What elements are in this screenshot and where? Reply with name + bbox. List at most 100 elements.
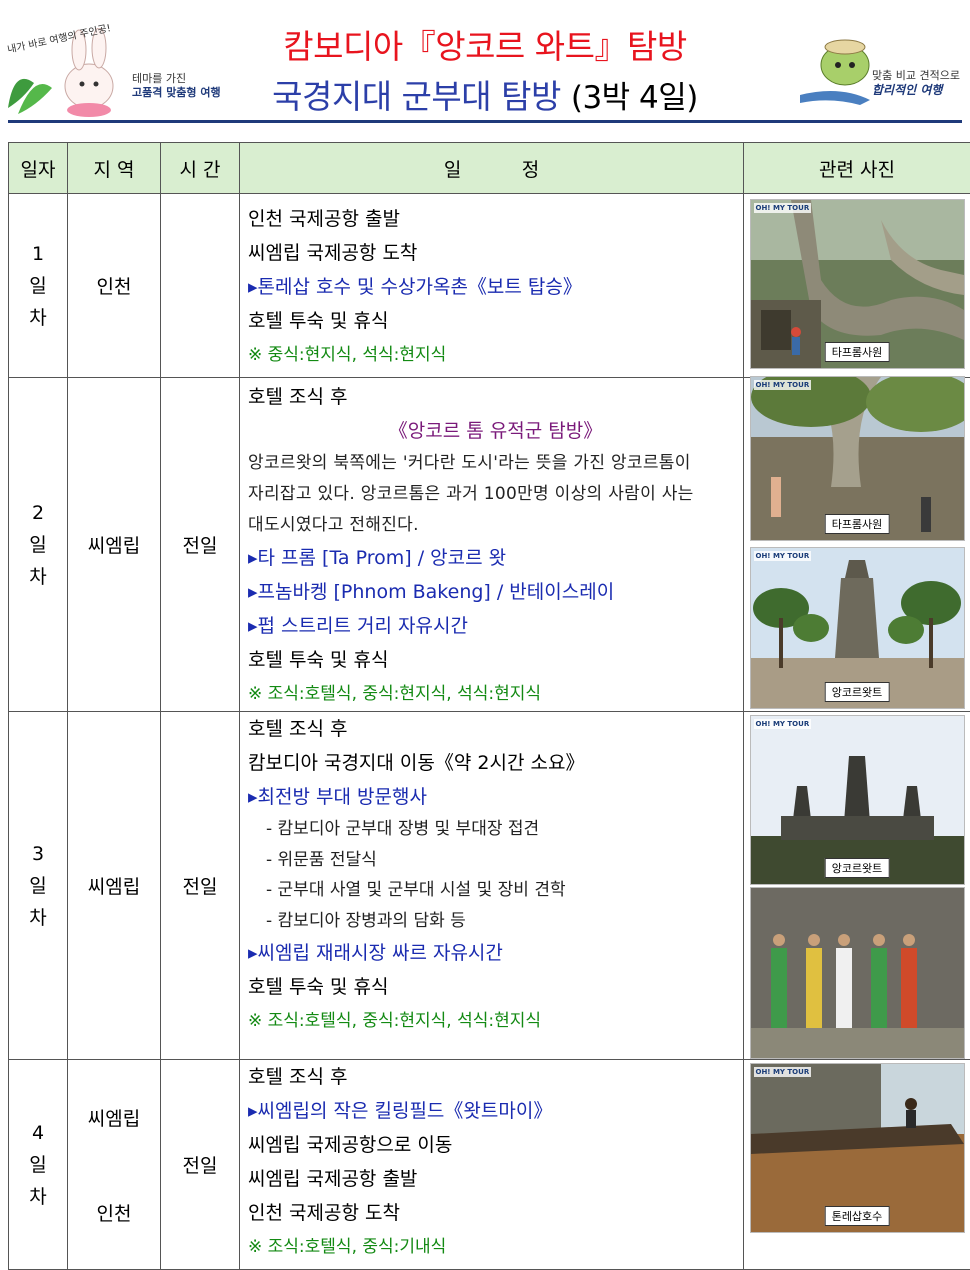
day-cell: 2 일 차 — [8, 377, 68, 712]
sub-item: - 캄보디아 군부대 장병 및 부대장 접견 — [266, 819, 540, 839]
schedule-cell: 인천 국제공항 출발 씨엠립 국제공항 도착 ▸톤레삽 호수 및 수상가옥촌《보… — [239, 193, 744, 378]
day-number: 4 — [31, 1121, 45, 1144]
photo-tonle-sap: OH! MY TOUR 톤레삽호수 — [749, 1063, 965, 1233]
photo-watermark: OH! MY TOUR — [753, 380, 812, 390]
photo-caption: 앙코르왓트 — [824, 682, 890, 702]
meal-note: ※ 중식:현지식, 석식:현지식 — [248, 345, 447, 365]
day-number: 2 — [31, 501, 45, 524]
right-tag2: 합리적인 여행 — [872, 83, 943, 97]
page-header: 내가 바로 여행의 주인공! 테마를 가진 고품격 맞춤형 여행 캄보디아『앙코… — [0, 0, 970, 120]
schedule-highlight: ▸타 프롬 [Ta Prom] / 앙코르 왓 — [248, 547, 507, 569]
area-cell: 인천 — [67, 193, 161, 378]
schedule-cell: 호텔 조식 후 ▸씨엠립의 작은 킬링필드《왓트마이》 씨엠립 국제공항으로 이… — [239, 1059, 744, 1270]
photo-angkor-wat: OH! MY TOUR 앙코르왓트 — [749, 715, 965, 885]
schedule-line: 인천 국제공항 도착 — [248, 1202, 400, 1224]
day-number: 1 — [31, 242, 45, 265]
sub-item: - 위문품 전달식 — [266, 849, 377, 870]
left-logo: 내가 바로 여행의 주인공! 테마를 가진 고품격 맞춤형 여행 — [4, 23, 244, 120]
day-label-2: 차 — [29, 1185, 47, 1208]
day-label-1: 일 — [29, 874, 47, 897]
day-label-2: 차 — [29, 906, 47, 929]
page-subtitle: 국경지대 군부대 탐방 (3박 4일) — [240, 70, 730, 118]
schedule-line: 씨엠립 국제공항 출발 — [248, 1168, 418, 1190]
area-cell: 씨엠립 — [67, 711, 161, 1060]
photo-watermark: OH! MY TOUR — [753, 203, 812, 213]
photo-ta-prohm-2: OH! MY TOUR 타프롬사원 — [749, 376, 965, 541]
schedule-highlight: ▸최전방 부대 방문행사 — [248, 786, 427, 808]
photo-caption: 타프롬사원 — [824, 342, 890, 362]
schedule-highlight: ▸씨엠립의 작은 킬링필드《왓트마이》 — [248, 1100, 553, 1122]
photo-watermark: OH! MY TOUR — [753, 551, 812, 561]
photo-caption: 앙코르왓트 — [824, 858, 890, 878]
schedule-highlight: ▸펍 스트리트 거리 자유시간 — [248, 615, 468, 637]
photo-cell: OH! MY TOUR 앙코르왓트 — [743, 711, 970, 1060]
schedule-line: 호텔 조식 후 — [248, 1066, 348, 1088]
time-cell: 전일 — [160, 377, 240, 712]
schedule-line: 씨엠립 국제공항 도착 — [248, 242, 418, 264]
time-cell — [160, 193, 240, 378]
day-cell: 3 일 차 — [8, 711, 68, 1060]
schedule-line: 호텔 투숙 및 휴식 — [248, 976, 389, 998]
area-siem-reap: 씨엠립 — [87, 1107, 141, 1130]
schedule-subtitle: 《앙코르 톰 유적군 탐방》 — [388, 420, 603, 442]
schedule-line: 호텔 투숙 및 휴식 — [248, 649, 389, 671]
photo-cell: OH! MY TOUR 타프롬사원 OH! MY TOUR 앙코르왓트 — [743, 376, 970, 712]
description-paragraph: 앙코르왓의 북쪽에는 '커다란 도시'라는 뜻을 가진 앙코르톰이 자리잡고 있… — [248, 453, 694, 535]
day-number: 3 — [31, 842, 45, 865]
schedule-line: 캄보디아 국경지대 이동《약 2시간 소요》 — [248, 752, 585, 774]
day-label-1: 일 — [29, 274, 47, 297]
schedule-line: 씨엠립 국제공항으로 이동 — [248, 1134, 453, 1156]
header-divider — [8, 120, 962, 123]
schedule-highlight: ▸씨엠립 재래시장 싸르 자유시간 — [248, 942, 503, 964]
day-cell: 1 일 차 — [8, 193, 68, 378]
schedule-line: 호텔 투숙 및 휴식 — [248, 310, 389, 332]
sub-item: - 군부대 사열 및 군부대 시설 및 장비 견학 — [266, 880, 566, 900]
table-row: 4 일 차 씨엠립 인천 전일 호텔 조식 후 ▸씨엠립의 작은 킬링필드《왓트… — [8, 1059, 970, 1270]
table-header-row: 일자 지 역 시 간 일 정 관련 사진 — [8, 142, 970, 194]
col-header-area: 지 역 — [67, 142, 161, 194]
col-header-photo: 관련 사진 — [743, 142, 970, 194]
left-tag2: 고품격 맞춤형 여행 — [132, 86, 221, 99]
schedule-line: 호텔 조식 후 — [248, 386, 348, 408]
table-row: 2 일 차 씨엠립 전일 호텔 조식 후 《앙코르 톰 유적군 탐방》 앙코르왓… — [8, 376, 970, 712]
page-title: 캄보디아『앙코르 와트』탐방 — [283, 27, 687, 66]
photo-caption: 타프롬사원 — [824, 514, 890, 534]
photo-angkor-wat-gate: OH! MY TOUR 앙코르왓트 — [749, 547, 965, 709]
meal-note: ※ 조식:호텔식, 중식:현지식, 석식:현지식 — [248, 684, 542, 704]
subtitle-main: 국경지대 군부대 탐방 — [272, 77, 561, 116]
col-header-time: 시 간 — [160, 142, 240, 194]
time-cell: 전일 — [160, 1059, 240, 1270]
subtitle-duration: (3박 4일) — [570, 80, 699, 116]
sub-item: - 캄보디아 장병과의 담화 등 — [266, 910, 466, 931]
schedule-highlight: ▸프놈바켕 [Phnom Bakeng] / 반테이스레이 — [248, 581, 615, 603]
day-label-1: 일 — [29, 1153, 47, 1176]
photo-cell: OH! MY TOUR 타프롬사원 — [743, 193, 970, 378]
schedule-table: 일자 지 역 시 간 일 정 관련 사진 1 일 차 인천 인천 국제공항 출발… — [8, 142, 970, 1270]
meal-note: ※ 조식:호텔식, 중식:기내식 — [248, 1237, 447, 1257]
photo-apsara-dancers — [749, 887, 965, 1059]
day-label-2: 차 — [29, 306, 47, 329]
apsara-dancers-photo-icon — [750, 888, 964, 1058]
schedule-line: 인천 국제공항 출발 — [248, 208, 400, 230]
photo-watermark: OH! MY TOUR — [753, 1067, 812, 1077]
meal-note: ※ 조식:호텔식, 중식:현지식, 석식:현지식 — [248, 1011, 542, 1031]
photo-watermark: OH! MY TOUR — [753, 719, 812, 729]
table-row: 3 일 차 씨엠립 전일 호텔 조식 후 캄보디아 국경지대 이동《약 2시간 … — [8, 711, 970, 1060]
photo-caption: 톤레삽호수 — [824, 1206, 890, 1226]
col-header-day: 일자 — [8, 142, 68, 194]
area-cell: 씨엠립 인천 — [67, 1059, 161, 1270]
time-cell: 전일 — [160, 711, 240, 1060]
schedule-highlight: ▸톤레삽 호수 및 수상가옥촌《보트 탑승》 — [248, 276, 582, 298]
day-cell: 4 일 차 — [8, 1059, 68, 1270]
day-label-2: 차 — [29, 565, 47, 588]
right-logo: 맞춤 비교 견적으로 합리적인 여행 — [800, 25, 970, 117]
col-header-schedule: 일 정 — [239, 142, 744, 194]
area-incheon: 인천 — [96, 1202, 132, 1225]
schedule-cell: 호텔 조식 후 캄보디아 국경지대 이동《약 2시간 소요》 ▸최전방 부대 방… — [239, 711, 744, 1060]
schedule-line: 호텔 조식 후 — [248, 718, 348, 740]
photo-ta-prohm: OH! MY TOUR 타프롬사원 — [749, 199, 965, 369]
table-row: 1 일 차 인천 인천 국제공항 출발 씨엠립 국제공항 도착 ▸톤레삽 호수 … — [8, 193, 970, 378]
day-label-1: 일 — [29, 533, 47, 556]
schedule-cell: 호텔 조식 후 《앙코르 톰 유적군 탐방》 앙코르왓의 북쪽에는 '커다란 도… — [239, 377, 744, 712]
area-cell: 씨엠립 — [67, 377, 161, 712]
